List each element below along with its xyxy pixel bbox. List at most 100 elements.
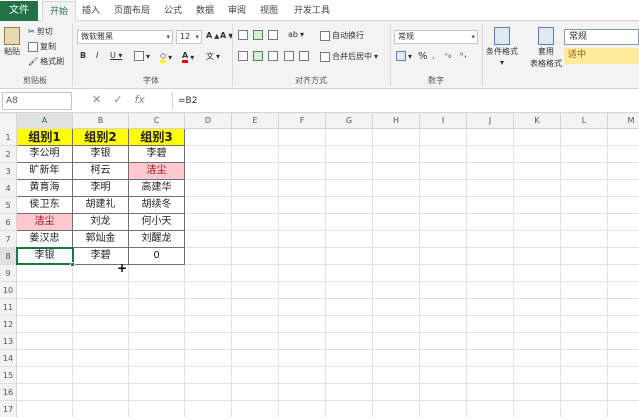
grid-cell[interactable] xyxy=(232,299,279,316)
grid-cell[interactable] xyxy=(279,265,326,282)
grid-cell[interactable] xyxy=(514,248,561,265)
row-header-12[interactable]: 12 xyxy=(0,316,17,333)
table-cell[interactable]: 李银 xyxy=(73,146,129,163)
grid-cell[interactable] xyxy=(373,146,420,163)
row-header-9[interactable]: 9 xyxy=(0,265,17,282)
table-header-cell[interactable]: 组别3 xyxy=(129,129,185,146)
grid-cell[interactable] xyxy=(608,282,639,299)
grid-cell[interactable] xyxy=(420,265,467,282)
grid-cell[interactable] xyxy=(373,231,420,248)
grid-cell[interactable] xyxy=(561,214,608,231)
grid-cell[interactable] xyxy=(232,384,279,401)
grid-cell[interactable] xyxy=(17,401,73,417)
grid-cell[interactable] xyxy=(561,350,608,367)
grid-cell[interactable] xyxy=(279,197,326,214)
grid-cell[interactable] xyxy=(608,265,639,282)
grid-cell[interactable] xyxy=(420,401,467,417)
grid-cell[interactable] xyxy=(373,384,420,401)
accounting-button[interactable]: ▾ xyxy=(396,51,412,61)
grid-cell[interactable] xyxy=(279,180,326,197)
grid-cell[interactable] xyxy=(467,282,514,299)
grid-cell[interactable] xyxy=(129,282,185,299)
tab-insert[interactable]: 插入 xyxy=(78,1,104,21)
table-cell[interactable]: 何小天 xyxy=(129,214,185,231)
row-header-10[interactable]: 10 xyxy=(0,282,17,299)
grid-cell[interactable] xyxy=(326,163,373,180)
grid-cell[interactable] xyxy=(608,367,639,384)
grid-cell[interactable] xyxy=(467,197,514,214)
grid-cell[interactable] xyxy=(514,146,561,163)
column-header-B[interactable]: B xyxy=(73,113,129,129)
grid-cell[interactable] xyxy=(608,333,639,350)
grid-cell[interactable] xyxy=(73,316,129,333)
grid-cell[interactable] xyxy=(561,299,608,316)
table-cell[interactable]: 旷新年 xyxy=(17,163,73,180)
grid-cell[interactable] xyxy=(326,129,373,146)
grid-cell[interactable] xyxy=(467,316,514,333)
cut-button[interactable]: ✂ 剪切 xyxy=(28,26,53,37)
format-painter-button[interactable]: 🖌 格式刷 xyxy=(28,56,64,67)
grid-cell[interactable] xyxy=(373,299,420,316)
grid-cell[interactable] xyxy=(467,146,514,163)
grid-cell[interactable] xyxy=(185,316,232,333)
align-center-button[interactable] xyxy=(253,51,263,61)
grid-cell[interactable] xyxy=(129,367,185,384)
grid-cell[interactable] xyxy=(420,316,467,333)
grid-cell[interactable] xyxy=(608,401,639,417)
grid-cell[interactable] xyxy=(326,248,373,265)
grid-cell[interactable] xyxy=(232,282,279,299)
confirm-icon[interactable]: ✓ xyxy=(113,93,122,106)
percent-button[interactable]: % xyxy=(418,51,428,62)
align-right-button[interactable] xyxy=(268,51,278,61)
font-name-select[interactable]: 微软雅黑 ▾ xyxy=(77,30,173,44)
row-header-15[interactable]: 15 xyxy=(0,367,17,384)
grid-cell[interactable] xyxy=(561,180,608,197)
grid-cell[interactable] xyxy=(326,146,373,163)
grid-cell[interactable] xyxy=(467,299,514,316)
grid-cell[interactable] xyxy=(420,163,467,180)
grid-cell[interactable] xyxy=(326,265,373,282)
grid-cell[interactable] xyxy=(129,299,185,316)
grid-cell[interactable] xyxy=(608,214,639,231)
font-size-select[interactable]: 12 ▾ xyxy=(176,30,202,44)
grid-cell[interactable] xyxy=(420,129,467,146)
style-neutral[interactable]: 适中 xyxy=(564,48,639,64)
phonetic-button[interactable]: 文 ▾ xyxy=(206,51,220,62)
cancel-icon[interactable]: ✕ xyxy=(92,93,101,106)
grid-cell[interactable] xyxy=(326,367,373,384)
grid-cell[interactable] xyxy=(514,163,561,180)
grid-cell[interactable] xyxy=(561,197,608,214)
grid-cell[interactable] xyxy=(514,197,561,214)
grid-cell[interactable] xyxy=(279,333,326,350)
grid-cell[interactable] xyxy=(129,350,185,367)
column-header-E[interactable]: E xyxy=(232,113,279,129)
conditional-format-button[interactable]: 条件格式 ▾ xyxy=(486,27,518,67)
grid-cell[interactable] xyxy=(467,333,514,350)
tab-home[interactable]: 开始 xyxy=(42,1,76,21)
grid-cell[interactable] xyxy=(17,384,73,401)
row-header-17[interactable]: 17 xyxy=(0,401,17,417)
underline-button[interactable]: U ▾ xyxy=(110,51,122,60)
grid-cell[interactable] xyxy=(326,197,373,214)
grid-cell[interactable] xyxy=(232,146,279,163)
grid-cell[interactable] xyxy=(185,129,232,146)
grid-cell[interactable] xyxy=(373,282,420,299)
grid-cell[interactable] xyxy=(129,316,185,333)
grid-cell[interactable] xyxy=(561,316,608,333)
grid-cell[interactable] xyxy=(326,333,373,350)
grid-cell[interactable] xyxy=(279,299,326,316)
column-header-L[interactable]: L xyxy=(561,113,608,129)
grid-cell[interactable] xyxy=(467,180,514,197)
column-header-D[interactable]: D xyxy=(185,113,232,129)
grid-cell[interactable] xyxy=(420,367,467,384)
grid-cell[interactable] xyxy=(420,146,467,163)
grid-cell[interactable] xyxy=(608,350,639,367)
grid-cell[interactable] xyxy=(279,231,326,248)
bold-button[interactable]: B xyxy=(80,51,86,60)
number-format-select[interactable]: 常规 ▾ xyxy=(394,30,478,44)
grid-cell[interactable] xyxy=(185,146,232,163)
grid-cell[interactable] xyxy=(17,316,73,333)
grid-cell[interactable] xyxy=(467,163,514,180)
grid-cell[interactable] xyxy=(129,384,185,401)
grid-cell[interactable] xyxy=(608,146,639,163)
